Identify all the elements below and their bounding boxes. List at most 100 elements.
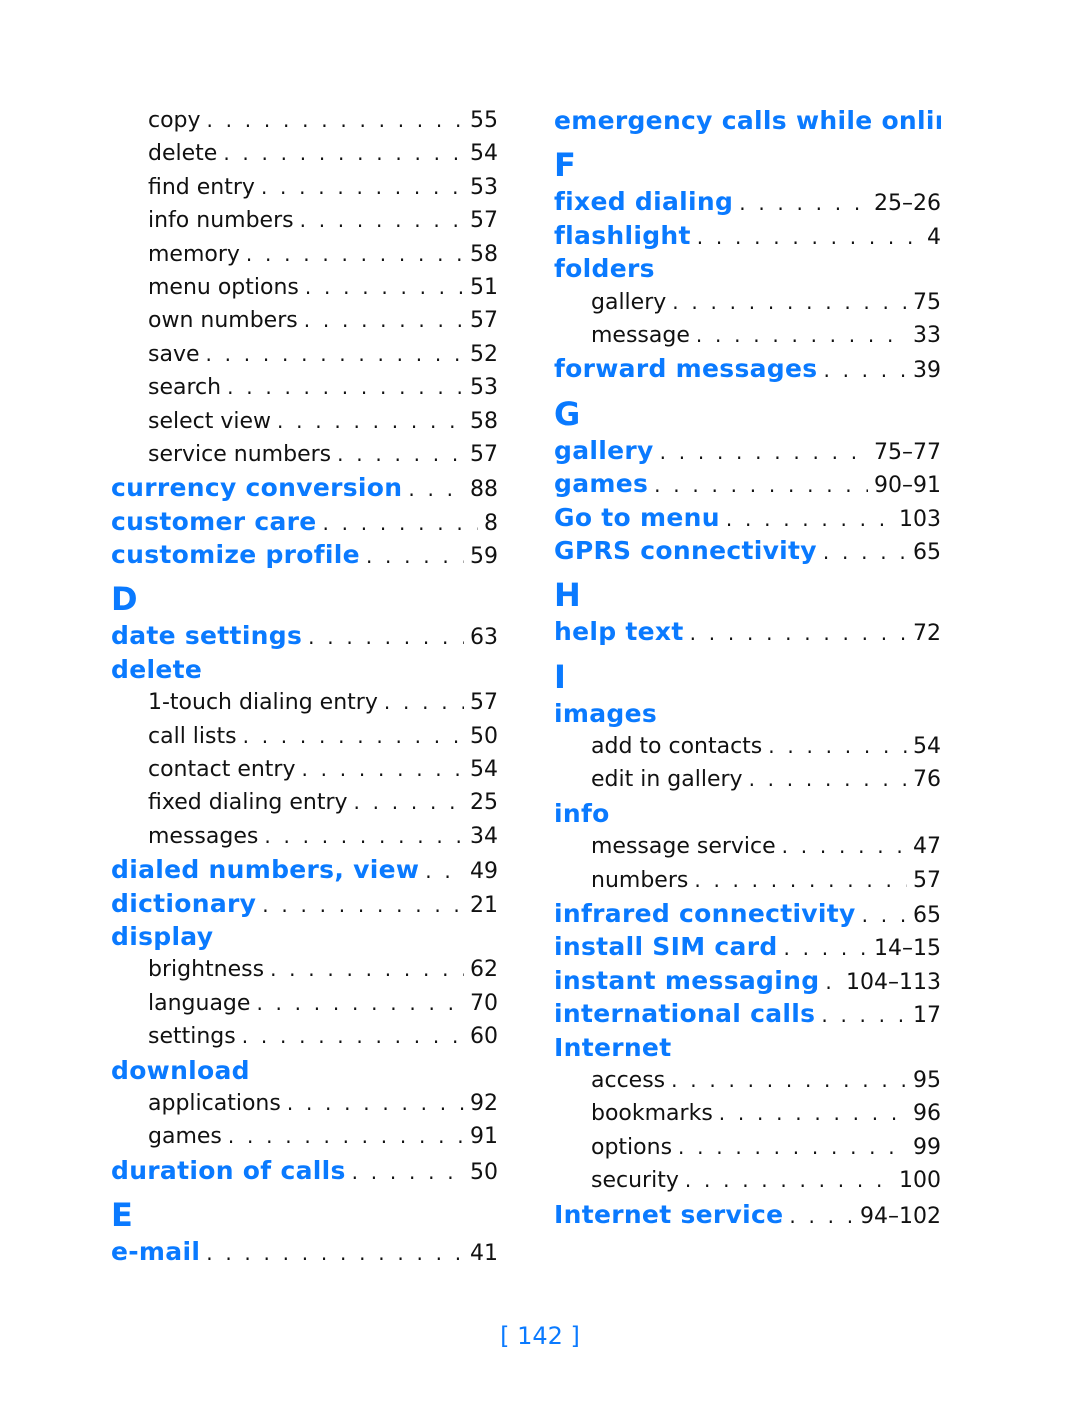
index-column-left: copy . . . . . . . . . . . . . . . . . .…	[111, 104, 498, 1269]
index-entry: download	[111, 1054, 498, 1087]
index-letter-heading: I	[554, 657, 566, 696]
index-term: access	[591, 1067, 666, 1093]
index-entry: games . . . . . . . . . . . . . . . . . …	[554, 467, 941, 500]
dot-leader: . . . . . . . . . . . . . . . . . . . . …	[678, 1134, 907, 1159]
index-page-ref: 54	[913, 734, 941, 760]
dot-leader: . . . . . . . . . . . . . . . . . . . . …	[825, 969, 840, 994]
index-page-ref: 57	[470, 208, 498, 234]
index-subentry: applications . . . . . . . . . . . . . .…	[111, 1087, 498, 1120]
index-term: dialed numbers, view	[111, 855, 420, 885]
index-page-ref: 55	[470, 108, 498, 133]
index-subentry: save . . . . . . . . . . . . . . . . . .…	[111, 338, 498, 371]
index-page-ref: 58	[470, 408, 498, 434]
dot-leader: . . . . . . . . . . . . . . . . . . . . …	[696, 224, 921, 249]
index-term: delete	[111, 654, 203, 684]
index-page-ref: 53	[470, 375, 498, 401]
index-page-ref: 57	[470, 441, 498, 467]
index-entry: help text . . . . . . . . . . . . . . . …	[554, 615, 941, 648]
index-entry: dialed numbers, view . . . . . . . . . .…	[111, 853, 498, 886]
index-entry: duration of calls . . . . . . . . . . . …	[111, 1154, 498, 1187]
dot-leader: . . . . . . . . . . . . . . . . . . . . …	[223, 141, 464, 166]
dot-leader: . . . . . . . . . . . . . . . . . . . . …	[739, 191, 868, 216]
dot-leader: . . . . . . . . . . . . . . . . . . . . …	[242, 723, 464, 748]
index-term: install SIM card	[554, 932, 778, 962]
index-term: call lists	[148, 723, 237, 749]
index-page-ref: 50	[470, 723, 498, 749]
index-subentry: copy . . . . . . . . . . . . . . . . . .…	[111, 104, 498, 137]
dot-leader: . . . . . . . . . . . . . . . . . . . . …	[672, 289, 907, 314]
index-term: gallery	[591, 289, 667, 315]
dot-leader: . . . . . . . . . . . . . . . . . . . . …	[260, 174, 464, 199]
index-subentry: bookmarks . . . . . . . . . . . . . . . …	[554, 1097, 941, 1130]
index-page-ref: 95	[913, 1067, 941, 1093]
index-page-ref: 91	[470, 1124, 498, 1150]
index-term: settings	[148, 1024, 236, 1050]
index-subentry: call lists . . . . . . . . . . . . . . .…	[111, 720, 498, 753]
index-term: Internet	[554, 1032, 672, 1062]
dot-leader: . . . . . . . . . . . . . . . . . . . . …	[671, 1067, 907, 1092]
index-subentry: search . . . . . . . . . . . . . . . . .…	[111, 371, 498, 404]
dot-leader: . . . . . . . . . . . . . . . . . . . . …	[205, 341, 465, 366]
index-subentry: delete . . . . . . . . . . . . . . . . .…	[111, 137, 498, 170]
index-term: customer care	[111, 506, 317, 536]
dot-leader: . . . . . . . . . . . . . . . . . . . . …	[408, 477, 464, 502]
dot-leader: . . . . . . . . . . . . . . . . . . . . …	[227, 375, 464, 400]
index-term: menu options	[148, 274, 299, 300]
index-entry: fixed dialing . . . . . . . . . . . . . …	[554, 185, 941, 218]
index-subentry: messages . . . . . . . . . . . . . . . .…	[111, 820, 498, 853]
index-entry: delete	[111, 653, 498, 686]
index-subentry: access . . . . . . . . . . . . . . . . .…	[554, 1064, 941, 1097]
dot-leader: . . . . . . . . . . . . . . . . . . . . …	[303, 308, 464, 333]
index-term: folders	[554, 254, 655, 284]
index-entry: display	[111, 920, 498, 953]
index-page-ref: 96	[913, 1101, 941, 1127]
index-term: help text	[554, 617, 684, 647]
index-subentry: message . . . . . . . . . . . . . . . . …	[554, 319, 941, 352]
index-term: service numbers	[148, 441, 332, 467]
index-page-ref: 72	[913, 621, 941, 647]
index-entry: flashlight . . . . . . . . . . . . . . .…	[554, 219, 941, 252]
index-entry: instant messaging . . . . . . . . . . . …	[554, 964, 941, 997]
dot-leader: . . . . . . . . . . . . . . . . . . . . …	[783, 936, 868, 961]
index-page-ref: 4	[927, 224, 941, 250]
index-page-ref: 52	[470, 341, 498, 367]
index-term: security	[591, 1168, 679, 1194]
index-entry: install SIM card . . . . . . . . . . . .…	[554, 930, 941, 963]
index-column-right: emergency calls while online . . . . . .…	[554, 104, 941, 1231]
index-letter-heading: G	[554, 394, 581, 433]
index-page-ref: 57	[913, 867, 941, 893]
index-page-ref: 33	[913, 322, 941, 348]
index-entry: folders	[554, 252, 941, 285]
index-page-ref: 50	[470, 1159, 498, 1185]
index-entry: customize profile . . . . . . . . . . . …	[111, 538, 498, 571]
index-entry: forward messages . . . . . . . . . . . .…	[554, 352, 941, 385]
index-term: delete	[148, 141, 218, 167]
dot-leader: . . . . . . . . . . . . . . . . . . . . …	[245, 241, 464, 266]
index-page-ref: 99	[913, 1134, 941, 1160]
index-term: bookmarks	[591, 1101, 713, 1127]
index-entry: Internet service . . . . . . . . . . . .…	[554, 1198, 941, 1231]
dot-leader: . . . . . . . . . . . . . . . . . . . . …	[256, 990, 464, 1015]
index-term: currency conversion	[111, 473, 403, 503]
index-entry: date settings . . . . . . . . . . . . . …	[111, 619, 498, 652]
index-page-ref: 59	[470, 544, 498, 570]
index-page-ref: 57	[470, 690, 498, 716]
index-term: flashlight	[554, 220, 691, 250]
index-letter-heading: E	[111, 1196, 133, 1235]
index-page-ref: 60	[470, 1024, 498, 1050]
index-subentry: language . . . . . . . . . . . . . . . .…	[111, 987, 498, 1020]
index-page-ref: 65	[913, 539, 941, 565]
index-letter-heading: F	[554, 146, 576, 185]
index-page-ref: 58	[470, 241, 498, 267]
dot-leader: . . . . . . . . . . . . . . . . . . . . …	[206, 108, 464, 132]
dot-leader: . . . . . . . . . . . . . . . . . . . . …	[684, 1168, 893, 1193]
index-term: instant messaging	[554, 965, 820, 995]
dot-leader: . . . . . . . . . . . . . . . . . . . . …	[286, 1090, 464, 1115]
page-number: [ 142 ]	[500, 1322, 580, 1350]
index-term: select view	[148, 408, 272, 434]
index-term: GPRS connectivity	[554, 535, 817, 565]
index-entry: images	[554, 697, 941, 730]
index-term: options	[591, 1134, 673, 1160]
dot-leader: . . . . . . . . . . . . . . . . . . . . …	[322, 510, 478, 535]
dot-leader: . . . . . . . . . . . . . . . . . . . . …	[308, 625, 464, 650]
